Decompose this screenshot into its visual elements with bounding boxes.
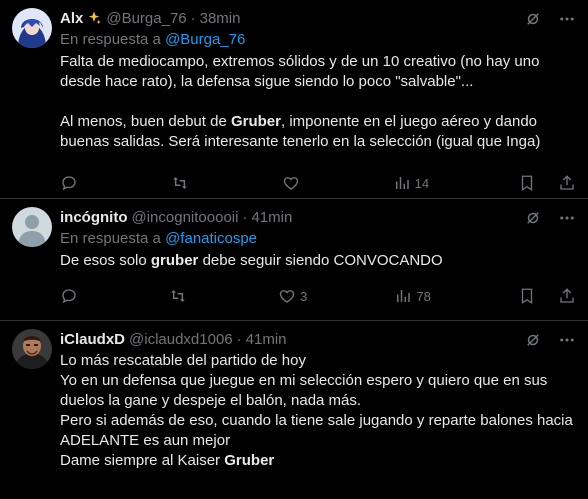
more-icon[interactable] <box>558 331 576 349</box>
bold-mention: gruber <box>150 252 199 269</box>
tweet-text: Lo más rescatable del partido de hoy Yo … <box>60 352 573 469</box>
tweet[interactable]: Alx @Burga_76 · 38min En respuesta a @Bu… <box>0 0 588 199</box>
timestamp[interactable]: 41min <box>251 209 292 226</box>
views-icon <box>395 177 409 189</box>
author-name[interactable]: incógnito <box>60 209 128 226</box>
heart-icon <box>283 177 298 190</box>
reply-button[interactable] <box>60 287 82 305</box>
views-button[interactable]: 78 <box>394 287 431 305</box>
share-icon[interactable] <box>558 174 576 192</box>
retweet-button[interactable] <box>169 287 191 305</box>
sparkles-icon <box>89 11 102 24</box>
reply-button[interactable] <box>60 174 82 192</box>
timestamp[interactable]: 41min <box>246 331 287 348</box>
author-name[interactable]: iClaudxD <box>60 331 125 348</box>
more-icon[interactable] <box>558 10 576 28</box>
like-button[interactable]: 3 <box>278 287 307 305</box>
bookmark-icon[interactable] <box>518 174 536 192</box>
avatar[interactable] <box>12 329 52 369</box>
avatar[interactable] <box>12 207 52 247</box>
reply-context: En respuesta a @Burga_76 <box>60 31 246 48</box>
share-icon[interactable] <box>558 287 576 305</box>
author-handle[interactable]: @incognitooooii <box>132 209 239 226</box>
author-handle[interactable]: @iclaudxd1006 <box>129 331 233 348</box>
reply-icon <box>62 289 76 304</box>
timestamp[interactable]: 38min <box>200 10 241 27</box>
views-icon <box>397 290 411 302</box>
heart-icon <box>279 290 295 303</box>
bold-mention: Gruber <box>230 113 281 130</box>
retweet-icon <box>171 290 185 302</box>
tweet[interactable]: iClaudxD @iclaudxd1006 · 41min Lo más re… <box>0 321 588 499</box>
grok-icon[interactable] <box>524 10 542 28</box>
author-handle[interactable]: @Burga_76 <box>106 10 186 27</box>
tweet-text: Falta de mediocampo, extremos sólidos y … <box>60 53 544 150</box>
reply-icon <box>62 176 76 191</box>
bold-mention: Gruber <box>224 452 275 469</box>
retweet-button[interactable] <box>171 174 193 192</box>
grok-icon[interactable] <box>524 331 542 349</box>
reply-feed: Alx @Burga_76 · 38min En respuesta a @Bu… <box>0 0 588 499</box>
reply-context: En respuesta a @fanaticospe <box>60 230 258 247</box>
reply-to-link[interactable]: @fanaticospe <box>165 230 257 247</box>
tweet-text: De esos solo gruber debe seguir siendo C… <box>60 252 443 269</box>
reply-to-link[interactable]: @Burga_76 <box>165 31 245 48</box>
like-button[interactable] <box>282 174 304 192</box>
tweet[interactable]: incógnito @incognitooooii · 41min En res… <box>0 199 588 321</box>
views-button[interactable]: 14 <box>393 174 429 192</box>
grok-icon[interactable] <box>524 209 542 227</box>
more-icon[interactable] <box>558 209 576 227</box>
avatar[interactable] <box>12 8 52 48</box>
author-name[interactable]: Alx <box>60 10 83 27</box>
retweet-icon <box>173 177 187 189</box>
bookmark-icon[interactable] <box>518 287 536 305</box>
